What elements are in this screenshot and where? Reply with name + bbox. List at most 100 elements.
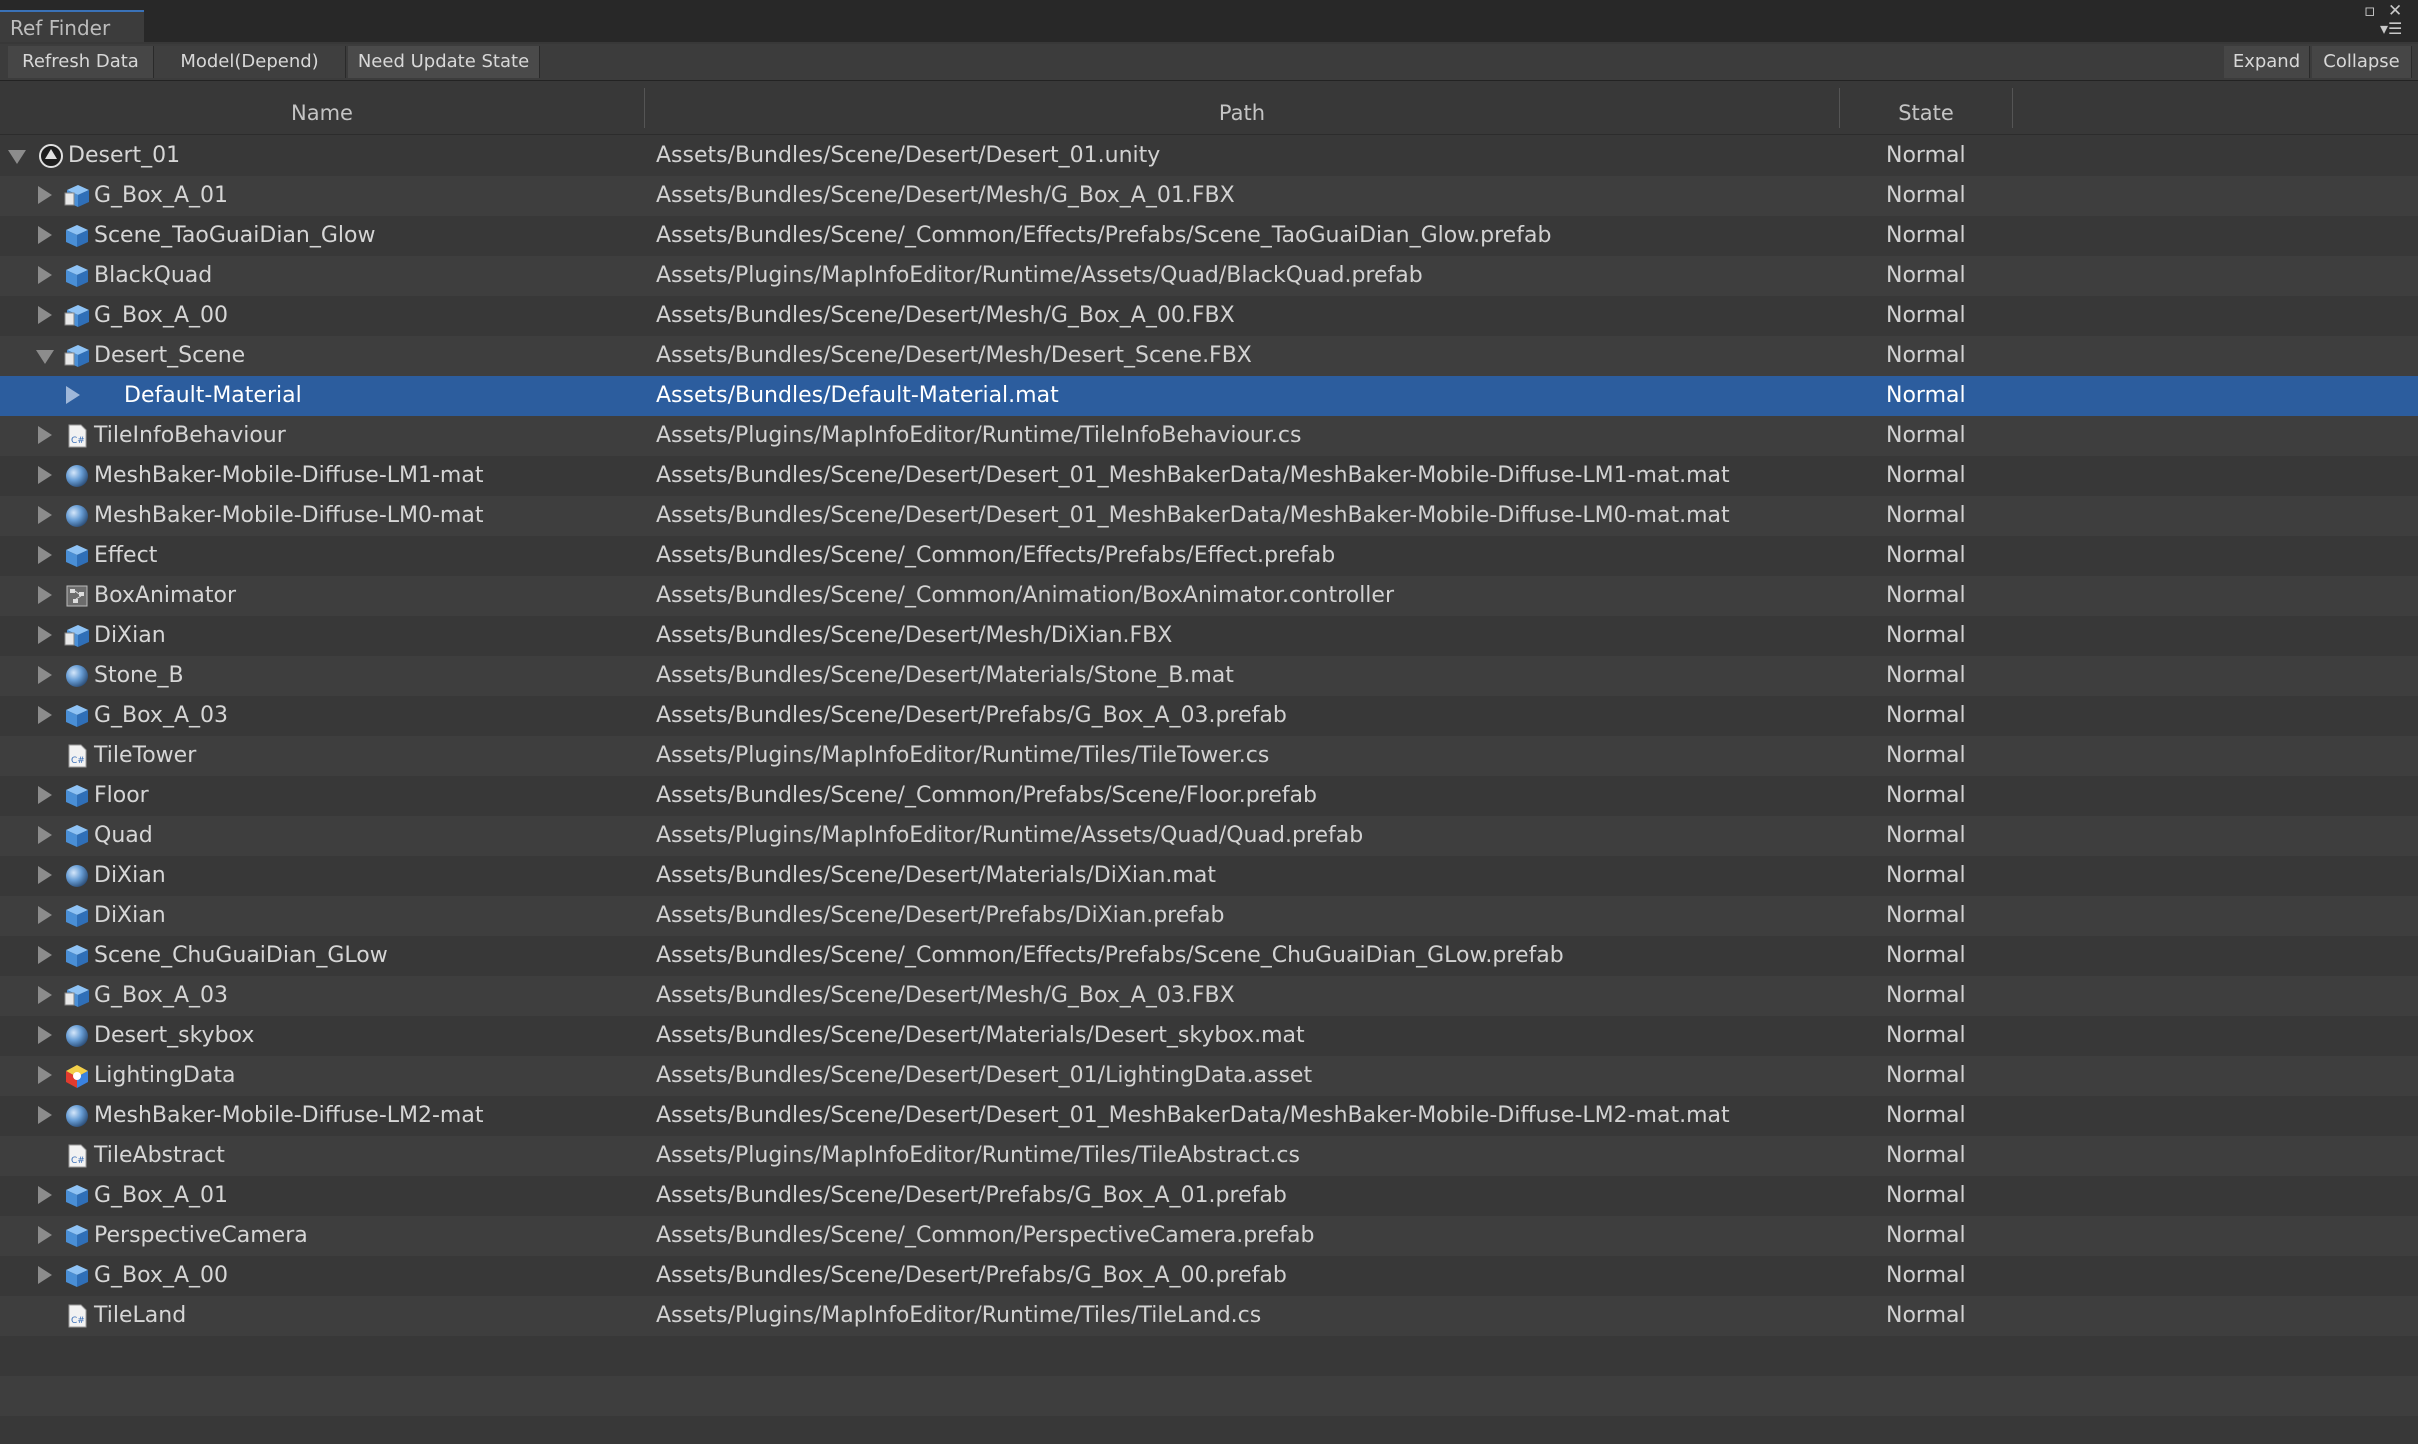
tree-row[interactable]: C# TileLand Assets/Plugins/MapInfoEditor/R… xyxy=(0,1296,2418,1336)
tree-row[interactable]: PerspectiveCamera Assets/Bundles/Scene/_C… xyxy=(0,1216,2418,1256)
asset-name: DiXian xyxy=(94,623,166,648)
expand-arrow-icon[interactable] xyxy=(38,826,52,844)
asset-path: Assets/Plugins/MapInfoEditor/Runtime/Ass… xyxy=(656,263,1423,288)
expand-arrow-icon[interactable] xyxy=(38,1106,52,1124)
tree-row[interactable]: Stone_B Assets/Bundles/Scene/Desert/Mater… xyxy=(0,656,2418,696)
expand-arrow-icon[interactable] xyxy=(38,466,52,484)
tree-row[interactable]: Desert_01 Assets/Bundles/Scene/Desert/Des… xyxy=(0,136,2418,176)
tree-row[interactable]: Desert_Scene Assets/Bundles/Scene/Desert/… xyxy=(0,336,2418,376)
tree-row[interactable]: MeshBaker-Mobile-Diffuse-LM1-mat Assets/B… xyxy=(0,456,2418,496)
tree-row[interactable]: BoxAnimator Assets/Bundles/Scene/_Common/… xyxy=(0,576,2418,616)
expand-arrow-icon[interactable] xyxy=(38,226,52,244)
asset-name: BlackQuad xyxy=(94,263,213,288)
tree-row[interactable]: G_Box_A_03 Assets/Bundles/Scene/Desert/Pr… xyxy=(0,696,2418,736)
tree-row[interactable]: Effect Assets/Bundles/Scene/_Common/Effec… xyxy=(0,536,2418,576)
tree-row-selected[interactable]: Default-Material Assets/Bundles/Default-M… xyxy=(0,376,2418,416)
expand-arrow-icon[interactable] xyxy=(38,546,52,564)
need-update-state-button[interactable]: Need Update State xyxy=(348,46,540,78)
asset-name: Default-Material xyxy=(124,383,302,408)
asset-name: DiXian xyxy=(94,903,166,928)
tree-row[interactable]: G_Box_A_01 Assets/Bundles/Scene/Desert/Pr… xyxy=(0,1176,2418,1216)
expand-arrow-icon[interactable] xyxy=(38,906,52,924)
tree-row[interactable]: DiXian Assets/Bundles/Scene/Desert/Mesh/D… xyxy=(0,616,2418,656)
asset-name: G_Box_A_01 xyxy=(94,183,228,208)
expand-arrow-icon[interactable] xyxy=(38,1186,52,1204)
expand-arrow-icon[interactable] xyxy=(66,386,80,404)
tree-row[interactable]: G_Box_A_03 Assets/Bundles/Scene/Desert/Me… xyxy=(0,976,2418,1016)
asset-path: Assets/Bundles/Scene/Desert/Materials/St… xyxy=(656,663,1234,688)
tree-row[interactable]: G_Box_A_00 Assets/Bundles/Scene/Desert/Me… xyxy=(0,296,2418,336)
asset-path: Assets/Bundles/Scene/_Common/Effects/Pre… xyxy=(656,543,1336,568)
tree-row[interactable]: Quad Assets/Plugins/MapInfoEditor/Runtime… xyxy=(0,816,2418,856)
asset-name: BoxAnimator xyxy=(94,583,237,608)
asset-path: Assets/Plugins/MapInfoEditor/Runtime/Til… xyxy=(656,423,1302,448)
tree-row[interactable]: Scene_ChuGuaiDian_GLow Assets/Bundles/Sce… xyxy=(0,936,2418,976)
asset-path: Assets/Bundles/Scene/_Common/Prefabs/Sce… xyxy=(656,783,1317,808)
asset-path: Assets/Bundles/Scene/Desert/Desert_01/Li… xyxy=(656,1063,1313,1088)
asset-state: Normal xyxy=(1886,503,1966,528)
animator-controller-icon xyxy=(64,583,90,609)
asset-path: Assets/Bundles/Scene/Desert/Desert_01_Me… xyxy=(656,1103,1730,1128)
tree-row[interactable]: G_Box_A_00 Assets/Bundles/Scene/Desert/Pr… xyxy=(0,1256,2418,1296)
expand-arrow-icon[interactable] xyxy=(38,1026,52,1044)
tree-row[interactable]: Floor Assets/Bundles/Scene/_Common/Prefab… xyxy=(0,776,2418,816)
expand-arrow-icon[interactable] xyxy=(38,426,52,444)
expand-arrow-icon[interactable] xyxy=(38,946,52,964)
tree-row[interactable]: DiXian Assets/Bundles/Scene/Desert/Prefab… xyxy=(0,896,2418,936)
asset-state: Normal xyxy=(1886,223,1966,248)
model-icon xyxy=(64,623,90,649)
collapse-button[interactable]: Collapse xyxy=(2312,46,2412,78)
tree-row[interactable]: MeshBaker-Mobile-Diffuse-LM2-mat Assets/B… xyxy=(0,1096,2418,1136)
expand-arrow-icon[interactable] xyxy=(38,706,52,724)
mode-dropdown[interactable]: Model(Depend) xyxy=(154,46,346,78)
expand-arrow-icon[interactable] xyxy=(38,626,52,644)
expand-arrow-icon[interactable] xyxy=(38,1066,52,1084)
expand-arrow-icon[interactable] xyxy=(38,786,52,804)
tree-row[interactable]: LightingData Assets/Bundles/Scene/Desert/… xyxy=(0,1056,2418,1096)
close-icon[interactable]: ✕ xyxy=(2388,2,2402,20)
expand-arrow-icon[interactable] xyxy=(38,266,52,284)
expand-arrow-icon[interactable] xyxy=(38,986,52,1004)
asset-state: Normal xyxy=(1886,983,1966,1008)
asset-path: Assets/Bundles/Scene/Desert/Desert_01_Me… xyxy=(656,503,1730,528)
column-divider[interactable] xyxy=(2012,88,2013,128)
expand-arrow-icon[interactable] xyxy=(38,306,52,324)
window-titlebar: Ref Finder ▫ ✕ ▾☰ xyxy=(0,0,2418,42)
asset-path: Assets/Bundles/Scene/Desert/Prefabs/G_Bo… xyxy=(656,1263,1287,1288)
tree-row[interactable]: C# TileTower Assets/Plugins/MapInfoEditor/… xyxy=(0,736,2418,776)
tree-row[interactable]: BlackQuad Assets/Plugins/MapInfoEditor/Ru… xyxy=(0,256,2418,296)
tree-row[interactable]: DiXian Assets/Bundles/Scene/Desert/Materi… xyxy=(0,856,2418,896)
asset-name: MeshBaker-Mobile-Diffuse-LM1-mat xyxy=(94,463,484,488)
asset-state: Normal xyxy=(1886,303,1966,328)
panel-menu-icon[interactable]: ▾☰ xyxy=(2380,20,2402,38)
prefab-icon xyxy=(64,703,90,729)
refresh-data-button[interactable]: Refresh Data xyxy=(8,46,154,78)
expand-arrow-icon[interactable] xyxy=(38,666,52,684)
tree-row[interactable]: G_Box_A_01 Assets/Bundles/Scene/Desert/Me… xyxy=(0,176,2418,216)
expand-arrow-icon[interactable] xyxy=(38,586,52,604)
maximize-icon[interactable]: ▫ xyxy=(2364,2,2376,20)
tree-row[interactable]: MeshBaker-Mobile-Diffuse-LM0-mat Assets/B… xyxy=(0,496,2418,536)
tree-row[interactable]: Desert_skybox Assets/Bundles/Scene/Desert… xyxy=(0,1016,2418,1056)
collapse-arrow-icon[interactable] xyxy=(8,150,26,164)
prefab-icon xyxy=(64,1263,90,1289)
model-icon xyxy=(64,983,90,1009)
asset-state: Normal xyxy=(1886,903,1966,928)
column-header-path[interactable]: Path xyxy=(645,88,1839,134)
column-header-name[interactable]: Name xyxy=(0,88,644,134)
tree-row[interactable]: Scene_TaoGuaiDian_Glow Assets/Bundles/Sce… xyxy=(0,216,2418,256)
window-tab-ref-finder[interactable]: Ref Finder xyxy=(0,10,144,42)
expand-arrow-icon[interactable] xyxy=(38,186,52,204)
asset-name: Stone_B xyxy=(94,663,184,688)
tree-row[interactable]: C# TileInfoBehaviour Assets/Plugins/MapInf… xyxy=(0,416,2418,456)
expand-arrow-icon[interactable] xyxy=(38,506,52,524)
expand-arrow-icon[interactable] xyxy=(38,1226,52,1244)
expand-button[interactable]: Expand xyxy=(2224,46,2310,78)
asset-path: Assets/Bundles/Scene/Desert/Mesh/G_Box_A… xyxy=(656,983,1235,1008)
expand-arrow-icon[interactable] xyxy=(38,866,52,884)
expand-arrow-icon[interactable] xyxy=(38,1266,52,1284)
collapse-arrow-icon[interactable] xyxy=(36,350,54,364)
tree-row[interactable]: C# TileAbstract Assets/Plugins/MapInfoEdit… xyxy=(0,1136,2418,1176)
empty-row xyxy=(0,1376,2418,1416)
column-header-state[interactable]: State xyxy=(1840,88,2012,134)
